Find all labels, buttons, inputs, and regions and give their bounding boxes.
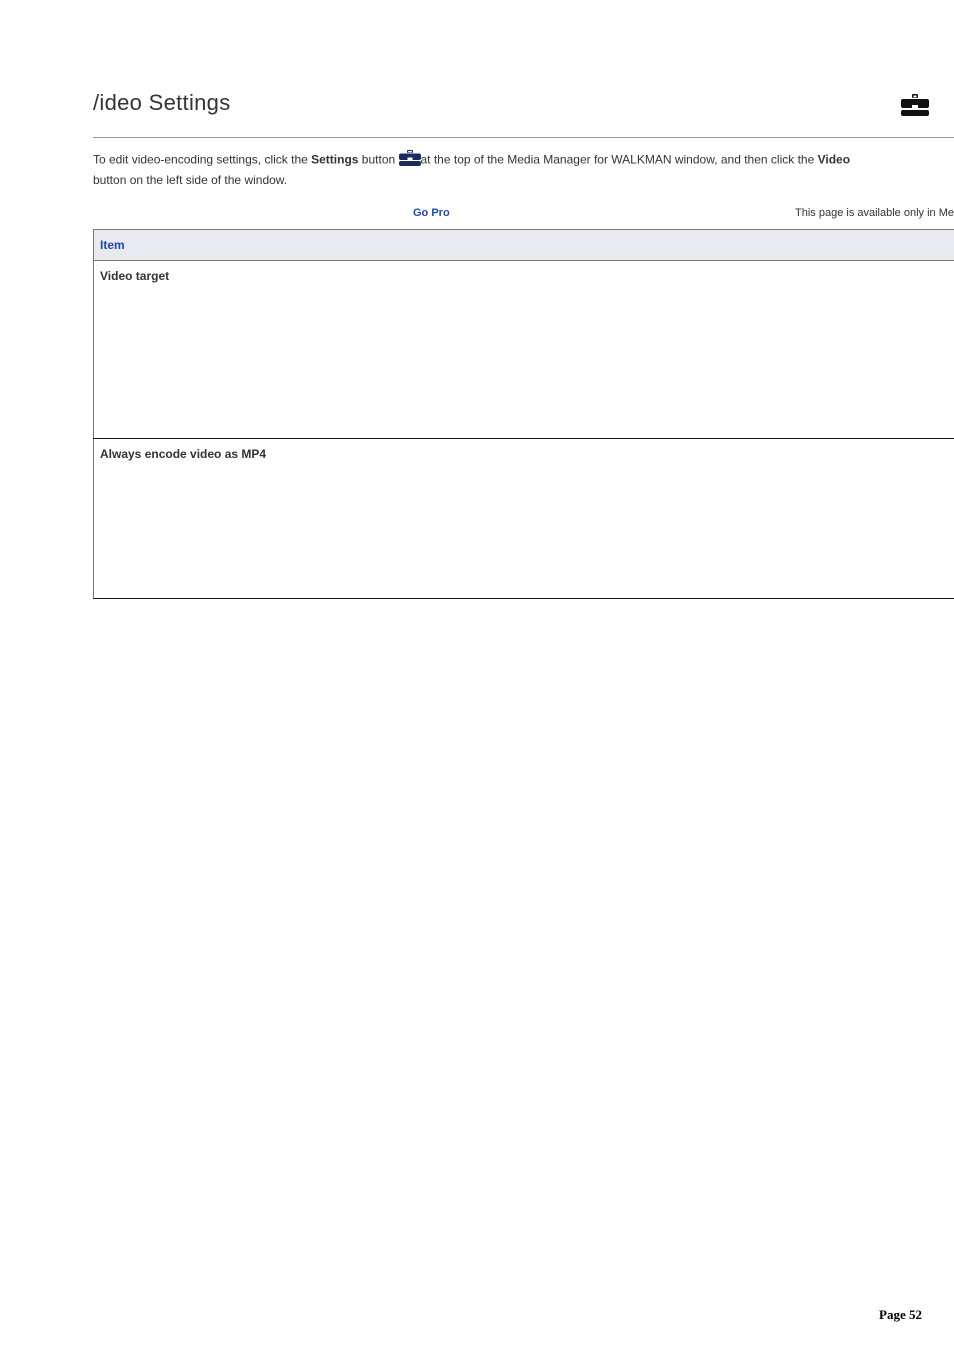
intro-bold-settings: Settings xyxy=(311,153,358,167)
intro-part4: button on the left side of the window. xyxy=(93,173,287,187)
toolbox-icon xyxy=(901,94,929,121)
header-row: /ideo Settings xyxy=(93,90,954,138)
row-label-video-target: Video target xyxy=(94,261,954,439)
settings-table: Item Video target Always encode video as… xyxy=(93,229,954,599)
toolbox-inline-icon xyxy=(399,150,421,171)
table-header-item: Item xyxy=(94,230,954,261)
row-label-always-encode: Always encode video as MP4 xyxy=(94,439,954,599)
table-row: Video target xyxy=(94,261,954,439)
availability-text: This page is available only in Me xyxy=(795,207,954,219)
intro-part1: To edit video-encoding settings, click t… xyxy=(93,153,311,167)
intro-part2: button xyxy=(358,153,398,167)
gopro-row: Go Pro This page is available only in Me xyxy=(93,207,954,219)
footer-prefix: Page xyxy=(879,1307,909,1322)
page-title: /ideo Settings xyxy=(93,90,231,116)
page-footer: Page 52 xyxy=(879,1307,922,1323)
intro-part3: at the top of the Media Manager for WALK… xyxy=(421,153,818,167)
intro-bold-video: Video xyxy=(818,153,850,167)
intro-paragraph: To edit video-encoding settings, click t… xyxy=(93,150,873,189)
gopro-link[interactable]: Go Pro xyxy=(413,207,450,219)
footer-page-number: 52 xyxy=(909,1307,922,1322)
table-row: Always encode video as MP4 xyxy=(94,439,954,599)
